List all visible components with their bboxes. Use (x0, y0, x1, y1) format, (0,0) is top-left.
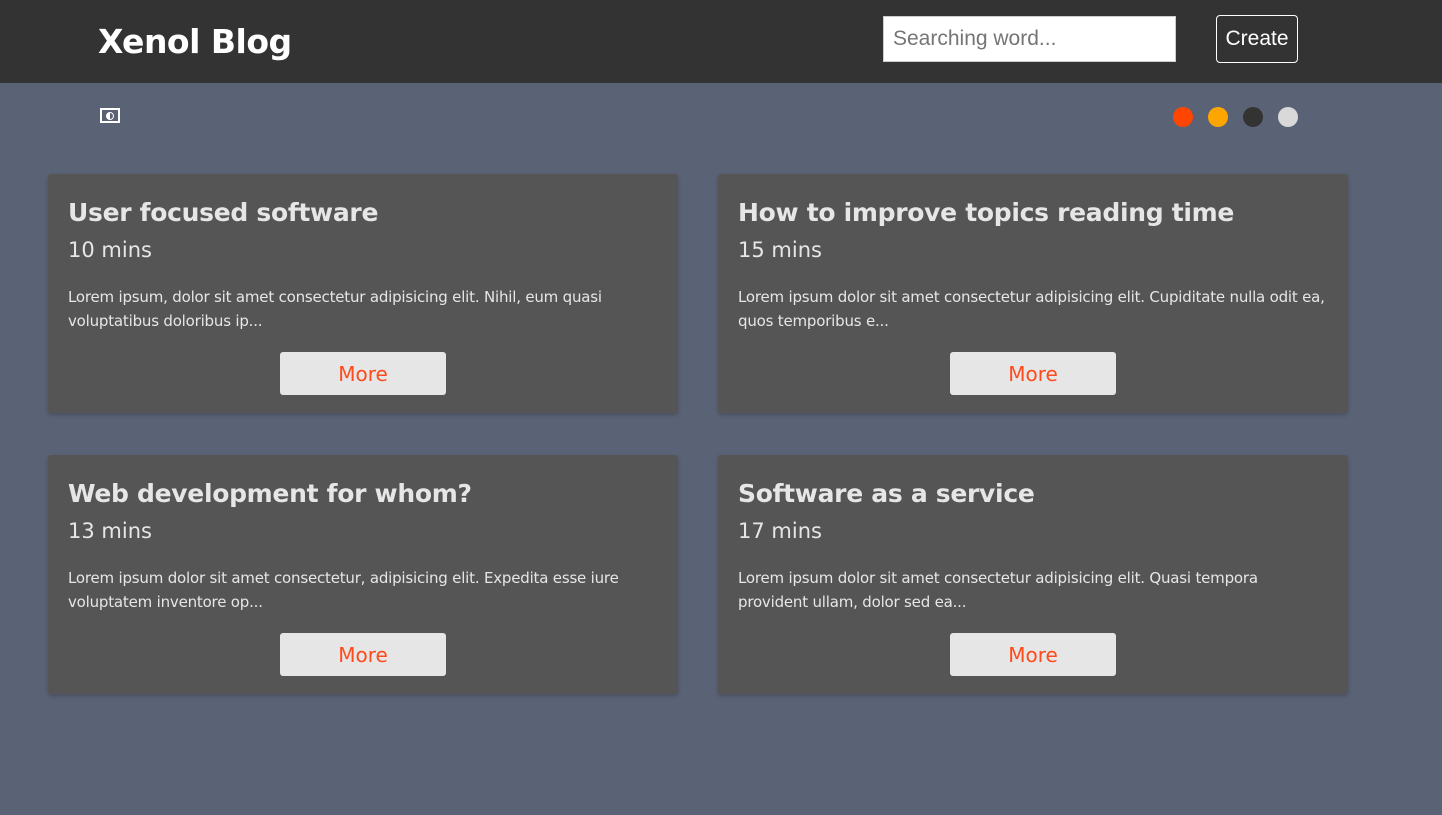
contrast-half-circle (106, 111, 114, 120)
post-card: How to improve topics reading time 15 mi… (718, 174, 1348, 413)
search-input[interactable] (883, 16, 1176, 62)
post-reading-time: 15 mins (738, 238, 822, 262)
post-excerpt: Lorem ipsum dolor sit amet consectetur, … (68, 569, 619, 611)
post-card: Software as a service 17 mins Lorem ipsu… (718, 455, 1348, 694)
top-header: Xenol Blog Create (0, 0, 1442, 83)
site-logo[interactable]: Xenol Blog (98, 22, 292, 61)
theme-color-orange-red[interactable] (1173, 107, 1193, 127)
more-button[interactable]: More (950, 633, 1116, 676)
create-button[interactable]: Create (1216, 15, 1298, 63)
post-excerpt: Lorem ipsum dolor sit amet consectetur a… (738, 569, 1258, 611)
more-button[interactable]: More (950, 352, 1116, 395)
post-card: User focused software 10 mins Lorem ipsu… (48, 174, 678, 413)
theme-color-light[interactable] (1278, 107, 1298, 127)
post-reading-time: 17 mins (738, 519, 822, 543)
post-card: Web development for whom? 13 mins Lorem … (48, 455, 678, 694)
post-title: How to improve topics reading time (738, 198, 1235, 227)
post-title: User focused software (68, 198, 379, 227)
post-title: Web development for whom? (68, 479, 472, 508)
post-title: Software as a service (738, 479, 1035, 508)
theme-color-dark[interactable] (1243, 107, 1263, 127)
post-excerpt: Lorem ipsum, dolor sit amet consectetur … (68, 288, 602, 330)
post-excerpt: Lorem ipsum dolor sit amet consectetur a… (738, 288, 1325, 330)
contrast-icon[interactable] (100, 108, 120, 123)
post-reading-time: 10 mins (68, 238, 152, 262)
more-button[interactable]: More (280, 352, 446, 395)
more-button[interactable]: More (280, 633, 446, 676)
theme-color-orange[interactable] (1208, 107, 1228, 127)
post-reading-time: 13 mins (68, 519, 152, 543)
